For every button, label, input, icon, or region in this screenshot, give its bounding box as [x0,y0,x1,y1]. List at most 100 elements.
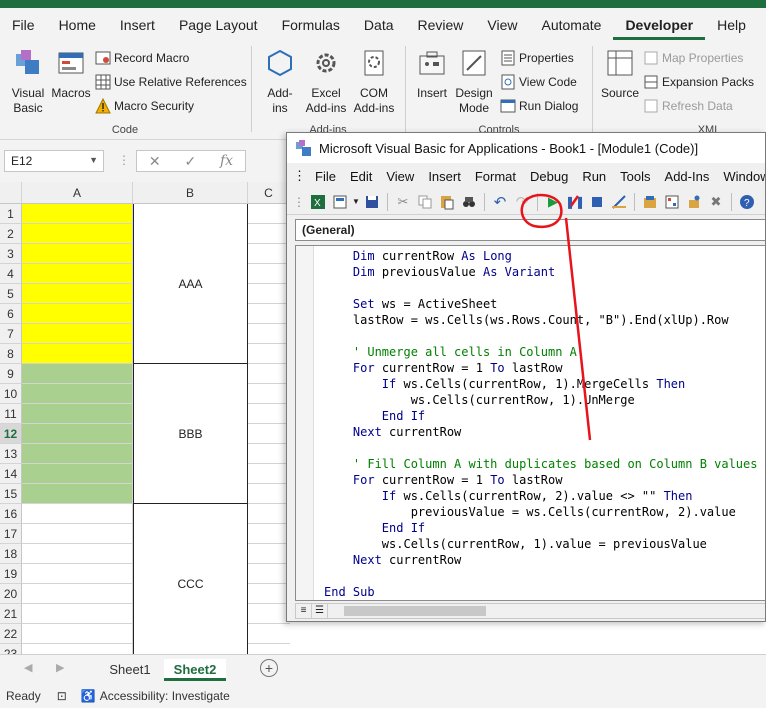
ribbon-tab-view[interactable]: View [475,8,529,40]
row-header-5[interactable]: 5 [0,284,22,304]
vba-title-bar[interactable]: Microsoft Visual Basic for Applications … [287,133,765,163]
cell-c21[interactable] [248,604,290,624]
row-header-19[interactable]: 19 [0,564,22,584]
row-header-21[interactable]: 21 [0,604,22,624]
ribbon-tab-formulas[interactable]: Formulas [270,8,352,40]
ribbon-tab-help[interactable]: Help [705,8,758,40]
redo-icon[interactable]: ↷ [511,191,533,213]
cell-a1[interactable] [22,204,133,224]
ribbon-tab-file[interactable]: File [0,8,47,40]
addins-button[interactable]: Add-ins [260,48,300,116]
view-code-button[interactable]: View Code [500,72,577,92]
record-macro-button[interactable]: Record Macro [95,48,189,68]
use-relative-references-button[interactable]: Use Relative References [95,72,247,92]
cell-a21[interactable] [22,604,133,624]
project-explorer-icon[interactable] [639,191,661,213]
add-sheet-button[interactable]: + [260,659,278,677]
cell-c19[interactable] [248,564,290,584]
row-header-8[interactable]: 8 [0,344,22,364]
vba-menu-debug[interactable]: Debug [523,169,575,184]
vba-menu-window[interactable]: Window [716,169,765,184]
break-icon[interactable]: ❚❚ [564,191,586,213]
row-header-22[interactable]: 22 [0,624,22,644]
ribbon-tab-review[interactable]: Review [406,8,476,40]
undo-icon[interactable]: ↶ [489,191,511,213]
row-header-16[interactable]: 16 [0,504,22,524]
cell-a6[interactable] [22,304,133,324]
cell-c9[interactable] [248,364,290,384]
cell-a13[interactable] [22,444,133,464]
row-header-7[interactable]: 7 [0,324,22,344]
procedure-view-icon[interactable]: ≡ [296,604,312,618]
row-header-10[interactable]: 10 [0,384,22,404]
cell-c6[interactable] [248,304,290,324]
paste-icon[interactable] [436,191,458,213]
com-addins-button[interactable]: COM Add-ins [350,48,398,116]
row-header-15[interactable]: 15 [0,484,22,504]
macro-security-button[interactable]: Macro Security [95,96,194,116]
object-dropdown[interactable]: (General) [295,219,765,241]
cell-a16[interactable] [22,504,133,524]
cell-c7[interactable] [248,324,290,344]
cell-c1[interactable] [248,204,290,224]
cell-a18[interactable] [22,544,133,564]
worksheet-grid[interactable]: A B C 1 2 3 4 5 6 7 8 9 10 11 12 13 14 15 16 17 18 19 20 21 22 23… [0,182,290,654]
row-header-2[interactable]: 2 [0,224,22,244]
row-header-9[interactable]: 9 [0,364,22,384]
row-header-4[interactable]: 4 [0,264,22,284]
reset-icon[interactable] [586,191,608,213]
row-header-12[interactable]: 12 [0,424,22,444]
cut-icon[interactable]: ✂ [392,191,414,213]
save-icon[interactable] [361,191,383,213]
toolbox-icon[interactable]: ✖ [705,191,727,213]
vba-menu-file[interactable]: File [308,169,343,184]
chevron-down-icon[interactable]: ▼ [351,191,361,213]
macros-button[interactable]: Macros [50,48,92,101]
row-header-13[interactable]: 13 [0,444,22,464]
check-icon[interactable]: ✓ [184,153,196,170]
row-header-23[interactable]: 23 [0,644,22,654]
column-header-c[interactable]: C [248,182,290,204]
scroll-left-icon[interactable]: ◀ [24,661,32,674]
row-header-18[interactable]: 18 [0,544,22,564]
design-mode-icon[interactable] [608,191,630,213]
cell-a12[interactable] [22,424,133,444]
vba-menu-tools[interactable]: Tools [613,169,657,184]
find-icon[interactable] [458,191,480,213]
row-header-11[interactable]: 11 [0,404,22,424]
cell-c16[interactable] [248,504,290,524]
cell-c11[interactable] [248,404,290,424]
cell-a17[interactable] [22,524,133,544]
properties-window-icon[interactable] [661,191,683,213]
cell-a22[interactable] [22,624,133,644]
cell-a8[interactable] [22,344,133,364]
cell-c22[interactable] [248,624,290,644]
source-button[interactable]: Source [599,48,641,101]
cell-a4[interactable] [22,264,133,284]
ribbon-tab-automate[interactable]: Automate [530,8,614,40]
help-icon[interactable]: ? [736,191,758,213]
select-all-corner[interactable] [0,182,22,204]
cell-c3[interactable] [248,244,290,264]
row-header-6[interactable]: 6 [0,304,22,324]
ribbon-tab-home[interactable]: Home [47,8,108,40]
vba-menu-run[interactable]: Run [575,169,613,184]
cell-a11[interactable] [22,404,133,424]
cell-a15[interactable] [22,484,133,504]
insert-module-icon[interactable] [329,191,351,213]
run-sub-icon[interactable]: ▶ [542,191,564,213]
insert-function-button[interactable]: fx [220,153,233,169]
vba-menu-format[interactable]: Format [468,169,523,184]
map-properties-button[interactable]: Map Properties [643,48,743,68]
cell-c20[interactable] [248,584,290,604]
cell-c18[interactable] [248,544,290,564]
horizontal-scrollbar[interactable]: ≡ ☰ [295,603,765,619]
properties-button[interactable]: Properties [500,48,574,68]
full-module-view-icon[interactable]: ☰ [312,604,328,618]
macro-recording-icon[interactable]: ⊡ [57,689,67,703]
sheet-tab-sheet1[interactable]: Sheet1 [100,659,160,681]
copy-icon[interactable] [414,191,436,213]
cell-c17[interactable] [248,524,290,544]
object-browser-icon[interactable] [683,191,705,213]
code-editor[interactable]: Dim currentRow As Long Dim previousValue… [295,245,765,601]
